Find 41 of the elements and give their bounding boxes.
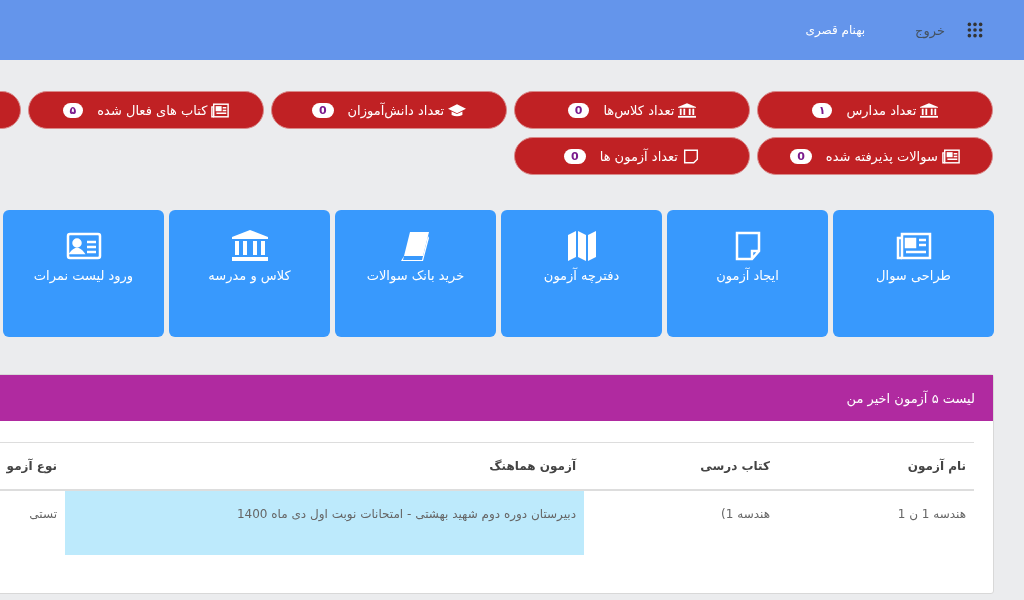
bank-icon <box>920 102 939 118</box>
stat-label: تعداد مدارس <box>846 102 917 118</box>
shortcut-tile[interactable]: ایجاد آزمون <box>667 210 828 337</box>
note-icon <box>682 148 700 164</box>
stat-pill[interactable]: کتاب های فعال شده ۵ <box>28 91 264 129</box>
table-cell: دبیرستان دوره دوم شهید بهشتی - امتحانات نوبت اول دی ماه 1400 <box>65 491 584 555</box>
apps-grid-icon[interactable] <box>966 21 984 39</box>
user-name-link[interactable]: بهنام قصری <box>805 23 866 37</box>
shortcut-tile[interactable]: ورود لیست نمرات <box>3 210 164 337</box>
stat-label: سوالات پذیرفته شده <box>825 148 938 164</box>
graduation-cap-icon <box>448 102 467 118</box>
stat-label: تعداد کلاس‌ها <box>603 102 675 118</box>
shortcut-tile[interactable]: کلاس و مدرسه <box>169 210 330 337</box>
stat-label: تعداد دانش‌آموزان <box>347 102 445 118</box>
stat-label: کتاب های فعال شده <box>97 102 208 118</box>
table-cell-text: تستی <box>28 506 58 523</box>
bank-icon <box>678 102 697 118</box>
stat-label: تعداد آزمون ها <box>599 148 678 164</box>
stat-pill[interactable]: تعداد مدارس ۱ <box>757 91 993 129</box>
newspaper-icon <box>941 148 960 164</box>
count-badge: 0 <box>311 102 334 118</box>
bank-icon <box>231 230 268 262</box>
column-header: کتاب درسی <box>699 458 771 475</box>
count-badge: 0 <box>790 148 812 164</box>
column-header: آزمون هماهنگ <box>488 457 578 476</box>
table-cell-text: هندسه 1) <box>720 506 771 523</box>
column-header: نام آزمون <box>906 457 967 476</box>
column-header: نوع آزمو <box>5 457 58 476</box>
newspaper-icon <box>895 230 932 262</box>
count-badge: 0 <box>564 148 586 164</box>
count-badge: ۵ <box>62 102 84 118</box>
panel-title: لیست ۵ آزمون اخیر من <box>846 390 975 406</box>
logout-link[interactable]: خروج <box>915 22 945 38</box>
table-cell-text: هندسه 1 ن 1 <box>896 506 967 523</box>
count-badge: 0 <box>567 102 590 118</box>
shortcut-tile[interactable]: طراحی سوال <box>833 210 994 337</box>
newspaper-icon <box>211 102 230 118</box>
shortcut-tile[interactable]: دفترچه آزمون <box>501 210 662 337</box>
count-badge: ۱ <box>811 102 833 118</box>
shortcut-tile[interactable]: خرید بانک سوالات <box>335 210 496 337</box>
id-card-icon <box>65 230 102 262</box>
